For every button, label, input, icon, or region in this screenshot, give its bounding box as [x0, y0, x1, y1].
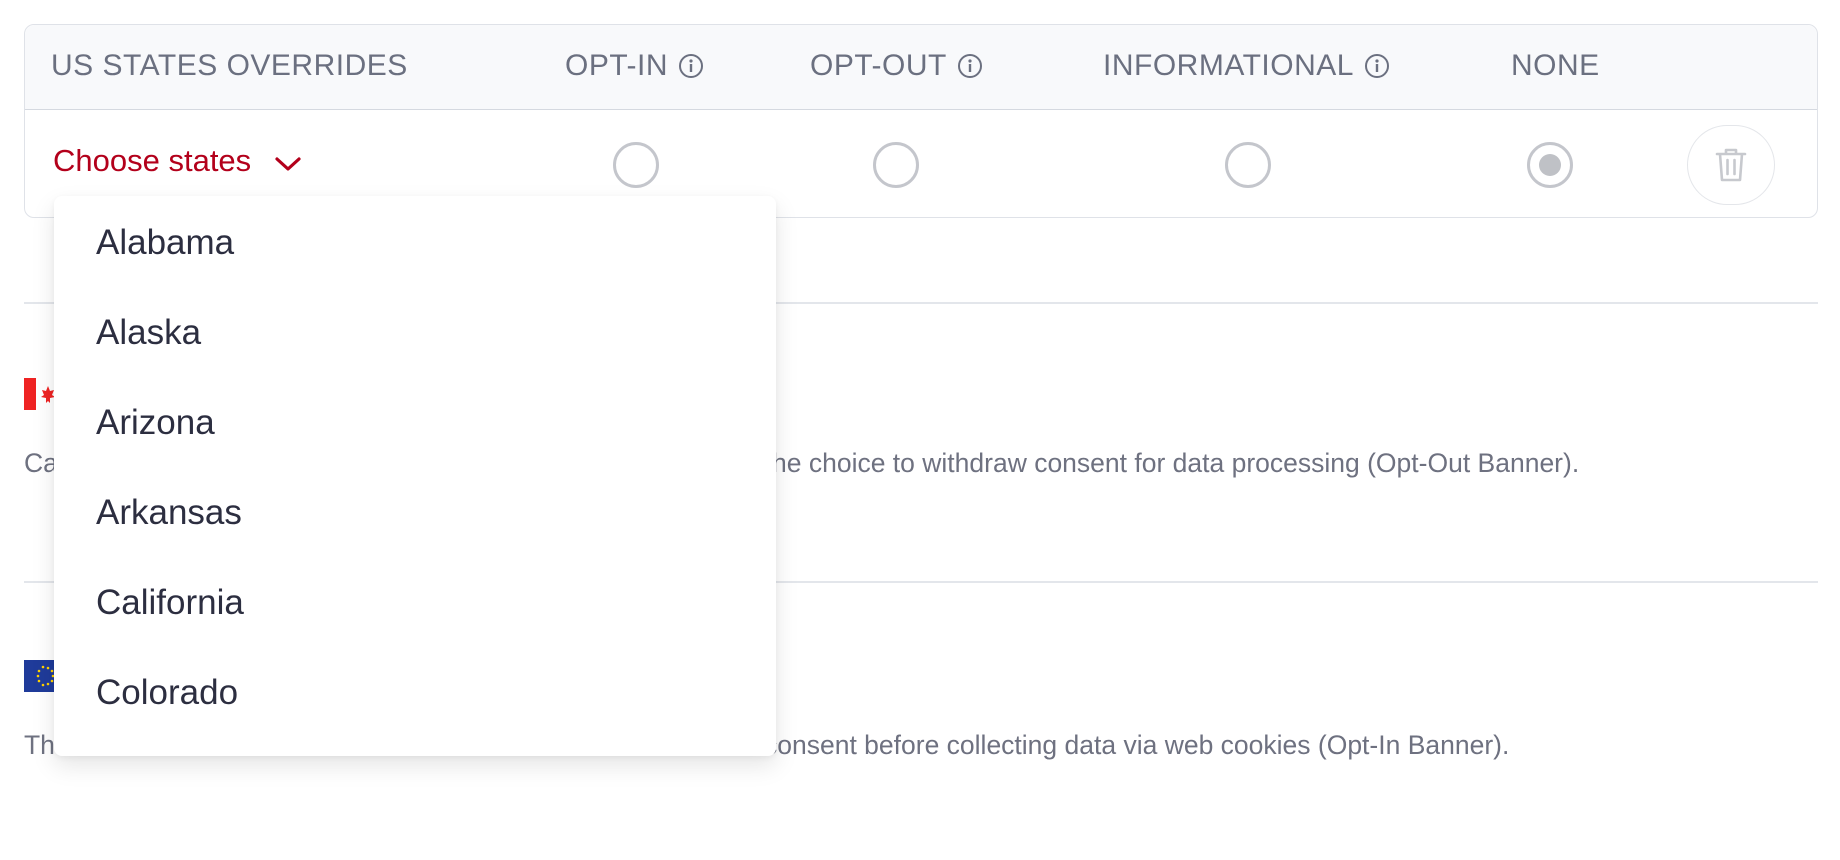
dropdown-option-alaska[interactable]: Alaska [54, 288, 776, 378]
choose-states-dropdown[interactable]: Choose states [53, 143, 303, 179]
radio-selected-dot [1539, 154, 1561, 176]
info-icon[interactable] [1364, 53, 1390, 79]
header-opt-out-label: OPT-OUT [810, 49, 947, 82]
header-opt-in: OPT-IN [565, 49, 704, 83]
header-informational: INFORMATIONAL [1103, 49, 1390, 83]
radio-none[interactable] [1527, 142, 1573, 188]
dropdown-option-california[interactable]: California [54, 558, 776, 648]
canada-description: he choice to withdraw consent for data p… [772, 448, 1580, 478]
info-icon[interactable] [678, 53, 704, 79]
choose-states-label: Choose states [53, 143, 252, 178]
us-states-overrides-table: US STATES OVERRIDES OPT-IN OPT-OUT INFOR… [24, 24, 1818, 218]
trash-icon [1715, 148, 1747, 182]
header-none: NONE [1511, 49, 1600, 83]
eu-description: consent before collecting data via web c… [764, 730, 1510, 760]
dropdown-option-arkansas[interactable]: Arkansas [54, 468, 776, 558]
header-opt-in-label: OPT-IN [565, 49, 669, 82]
header-opt-out: OPT-OUT [810, 49, 983, 83]
radio-opt-in[interactable] [613, 142, 659, 188]
info-icon[interactable] [957, 53, 983, 79]
chevron-down-icon [275, 157, 301, 171]
radio-opt-out[interactable] [873, 142, 919, 188]
canada-description-left: Ca [24, 448, 58, 478]
header-none-label: NONE [1511, 49, 1600, 82]
dropdown-option-colorado[interactable]: Colorado [54, 648, 776, 738]
radio-informational[interactable] [1225, 142, 1271, 188]
table-header: US STATES OVERRIDES OPT-IN OPT-OUT INFOR… [25, 25, 1817, 110]
dropdown-option-arizona[interactable]: Arizona [54, 378, 776, 468]
dropdown-option-alabama[interactable]: Alabama [54, 198, 776, 288]
states-dropdown-menu: Alabama Alaska Arizona Arkansas Californ… [54, 196, 776, 756]
header-informational-label: INFORMATIONAL [1103, 49, 1354, 82]
eu-description-left: Th [24, 730, 55, 760]
header-states-label: US STATES OVERRIDES [51, 49, 408, 82]
header-states: US STATES OVERRIDES [51, 49, 408, 83]
delete-row-button[interactable] [1687, 125, 1775, 205]
